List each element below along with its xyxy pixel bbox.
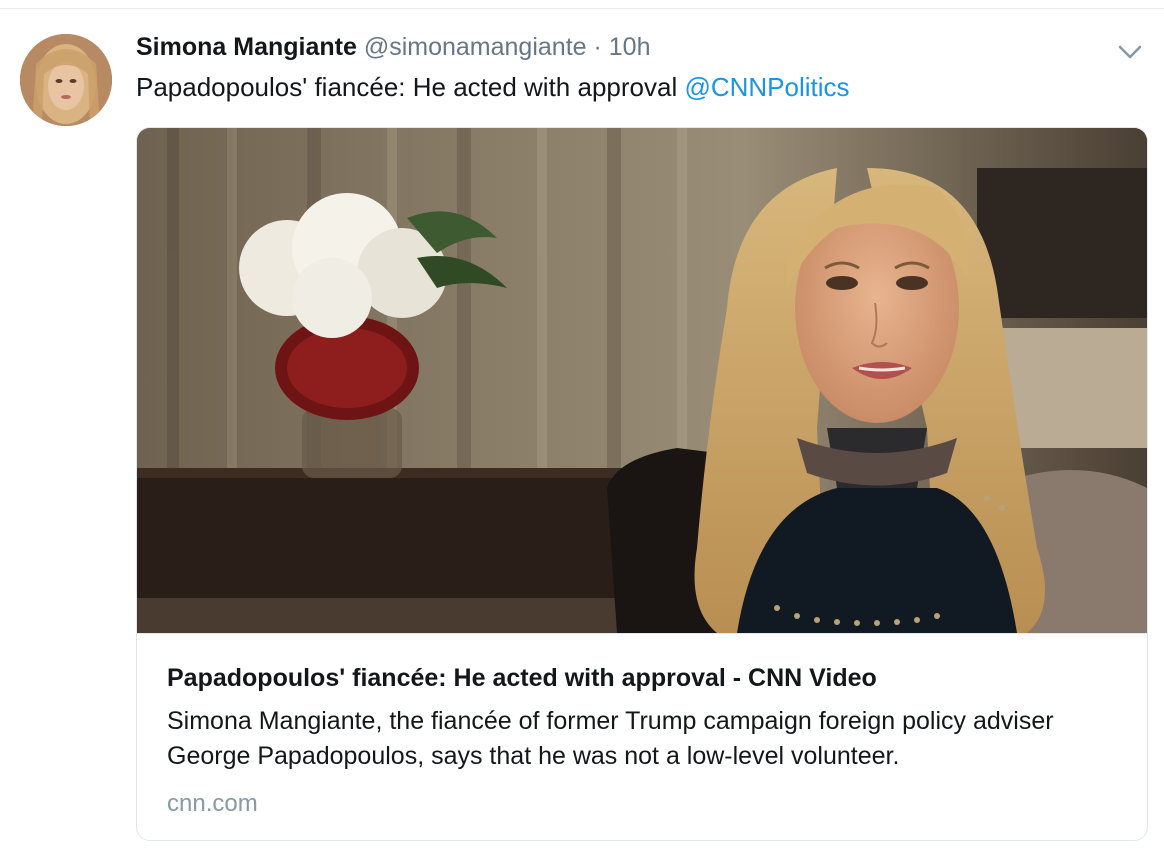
timestamp[interactable]: 10h <box>609 33 651 61</box>
card-image[interactable] <box>137 128 1147 633</box>
tweet-header: Simona Mangiante @simonamangiante · 10h <box>136 32 651 62</box>
card-title[interactable]: Papadopoulos' fiancée: He acted with app… <box>167 662 877 694</box>
separator-dot: · <box>593 33 602 61</box>
user-handle[interactable]: @simonamangiante <box>364 33 587 61</box>
mention-link[interactable]: @CNNPolitics <box>684 72 849 102</box>
card-description: Simona Mangiante, the fiancée of former … <box>167 707 1054 770</box>
card-domain: cnn.com <box>167 790 258 817</box>
tweet[interactable]: Simona Mangiante @simonamangiante · 10h … <box>0 10 1164 850</box>
link-card[interactable]: Papadopoulos' fiancée: He acted with app… <box>136 127 1148 841</box>
card-body[interactable]: Papadopoulos' fiancée: He acted with app… <box>137 633 1147 840</box>
avatar[interactable] <box>20 34 112 126</box>
timeline-divider <box>0 0 1164 9</box>
chevron-down-icon[interactable] <box>1114 36 1146 68</box>
tweet-text-body: Papadopoulos' fiancée: He acted with app… <box>136 72 685 102</box>
display-name[interactable]: Simona Mangiante <box>136 33 357 61</box>
tweet-text: Papadopoulos' fiancée: He acted with app… <box>136 70 850 104</box>
